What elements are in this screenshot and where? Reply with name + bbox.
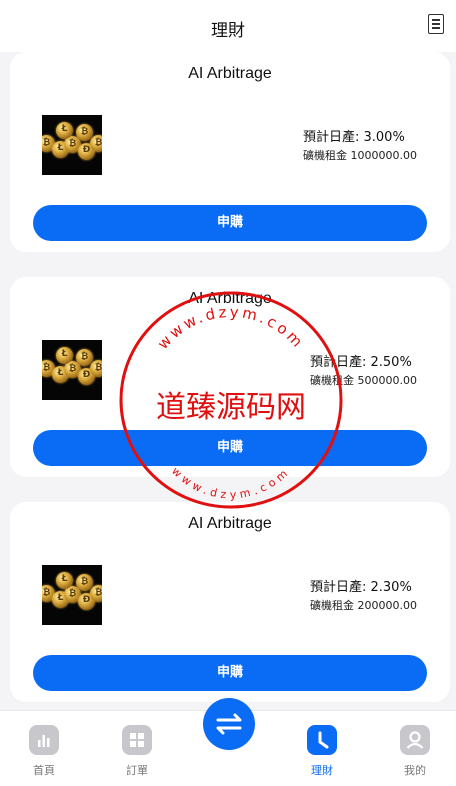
- user-icon: [400, 725, 430, 755]
- product-name: AI Arbitrage: [188, 65, 272, 82]
- clock-icon: [307, 725, 337, 755]
- grid-icon: [122, 725, 152, 755]
- tab-orders[interactable]: 訂單: [107, 725, 167, 778]
- product-card: AI Arbitrage ₿ Ł ₿ Ð ₿ Ł ₿ 預計日產: 2.50% 礦…: [10, 277, 450, 477]
- product-info: 預計日產: 2.30% 礦機租金 200000.00: [310, 579, 417, 615]
- product-name: AI Arbitrage: [188, 515, 272, 532]
- crypto-coins-image: ₿ Ł ₿ Ð ₿ Ł ₿: [42, 565, 102, 625]
- product-name: AI Arbitrage: [188, 290, 272, 307]
- tab-profile[interactable]: 我的: [385, 725, 445, 778]
- product-card: AI Arbitrage ₿ Ł ₿ Ð ₿ Ł ₿ 預計日產: 3.00% 礦…: [10, 52, 450, 252]
- tab-label: 理財: [311, 764, 333, 777]
- subscribe-button[interactable]: 申購: [33, 430, 427, 466]
- swap-button[interactable]: [203, 698, 255, 750]
- miner-rent: 礦機租金 1000000.00: [303, 149, 417, 162]
- page-title: 理財: [211, 21, 245, 41]
- miner-rent: 礦機租金 200000.00: [310, 599, 417, 612]
- tab-label: 首頁: [33, 764, 55, 777]
- tab-finance[interactable]: 理財: [292, 725, 352, 778]
- expected-daily-yield: 預計日產: 2.30%: [310, 580, 412, 595]
- product-info: 預計日產: 3.00% 礦機租金 1000000.00: [303, 129, 417, 165]
- expected-daily-yield: 預計日產: 3.00%: [303, 130, 405, 145]
- product-info: 預計日產: 2.50% 礦機租金 500000.00: [310, 354, 417, 390]
- bar-chart-icon: [29, 725, 59, 755]
- crypto-coins-image: ₿ Ł ₿ Ð ₿ Ł ₿: [42, 115, 102, 175]
- miner-rent: 礦機租金 500000.00: [310, 374, 417, 387]
- tab-home[interactable]: 首頁: [14, 725, 74, 778]
- tab-label: 我的: [404, 764, 426, 777]
- crypto-coins-image: ₿ Ł ₿ Ð ₿ Ł ₿: [42, 340, 102, 400]
- subscribe-button[interactable]: 申購: [33, 205, 427, 241]
- product-card: AI Arbitrage ₿ Ł ₿ Ð ₿ Ł ₿ 預計日產: 2.30% 礦…: [10, 502, 450, 702]
- swap-arrows-icon: [216, 713, 242, 735]
- expected-daily-yield: 預計日產: 2.50%: [310, 355, 412, 370]
- top-bar: 理財: [0, 0, 456, 52]
- document-icon[interactable]: [428, 14, 444, 34]
- subscribe-button[interactable]: 申購: [33, 655, 427, 691]
- tab-label: 訂單: [126, 764, 148, 777]
